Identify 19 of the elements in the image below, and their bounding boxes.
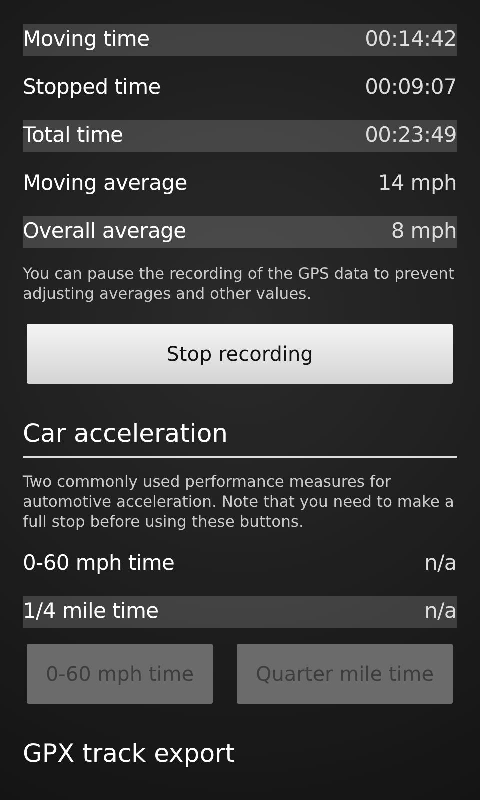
stat-label: Moving average: [23, 170, 188, 198]
stat-value: n/a: [424, 598, 457, 626]
stat-value: 8 mph: [391, 218, 457, 246]
stat-value: 00:14:42: [365, 26, 457, 54]
stat-label: 0-60 mph time: [23, 550, 175, 578]
stat-value: 00:23:49: [365, 122, 457, 150]
recording-note: You can pause the recording of the GPS data to prevent adjusting averages and other values.: [23, 264, 456, 304]
stat-label: Stopped time: [23, 74, 161, 102]
acceleration-note: Two commonly used performance measures for automotive acceleration. Note that you need to make a full stop before using these buttons.: [23, 472, 456, 532]
stat-label: 1/4 mile time: [23, 598, 159, 626]
stat-value: 00:09:07: [365, 74, 457, 102]
stat-value: n/a: [424, 550, 457, 578]
stat-label: Moving time: [23, 26, 150, 54]
section-heading: GPX track export: [23, 738, 236, 770]
stop-recording-button[interactable]: Stop recording: [27, 324, 453, 384]
stat-value: 14 mph: [378, 170, 457, 198]
stat-label: Total time: [23, 122, 124, 150]
stat-label: Overall average: [23, 218, 186, 246]
section-heading: Car acceleration: [23, 418, 230, 450]
